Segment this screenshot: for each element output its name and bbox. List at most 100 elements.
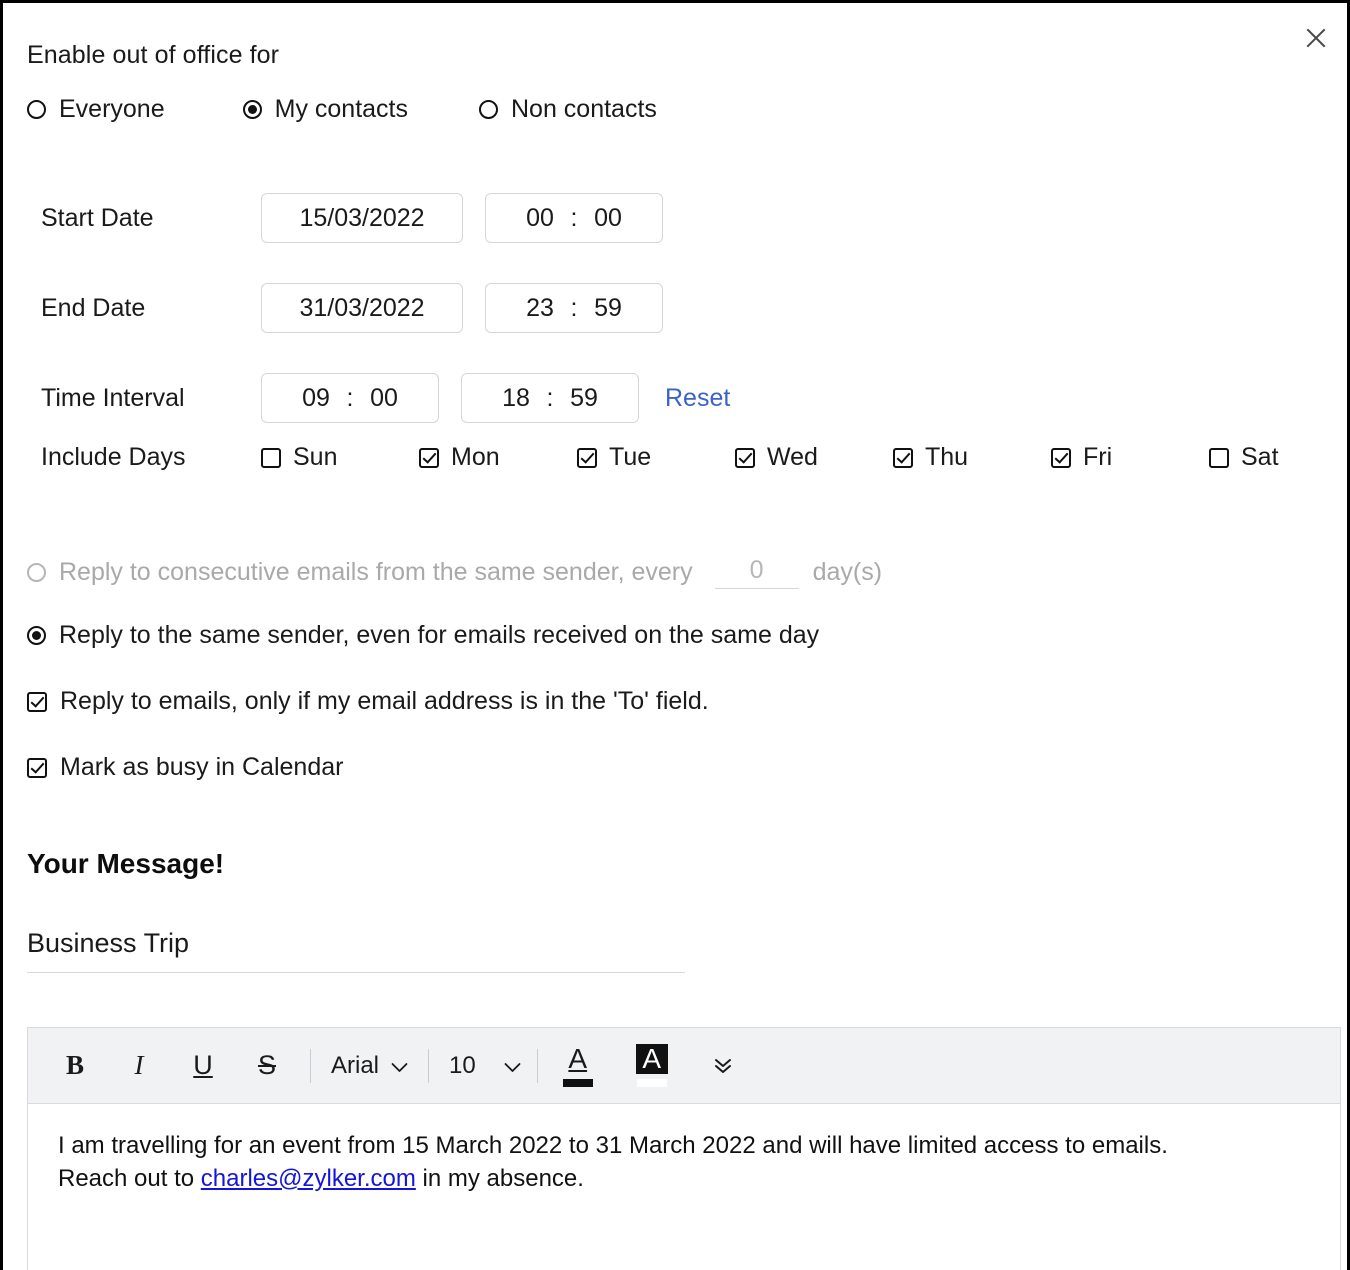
day-label-fri: Fri: [1083, 443, 1112, 472]
bold-button[interactable]: B: [50, 1041, 100, 1091]
option-same-day-label: Reply to the same sender, even for email…: [59, 621, 819, 650]
time-separator: :: [333, 384, 367, 413]
day-checkbox-tue[interactable]: Tue: [577, 443, 735, 472]
radio-non-contacts[interactable]: Non contacts: [479, 95, 657, 124]
message-body-line-1: I am travelling for an event from 15 Mar…: [58, 1130, 1310, 1163]
start-minute: 00: [591, 204, 625, 233]
end-date-label: End Date: [3, 294, 261, 323]
option-to-field-only[interactable]: Reply to emails, only if my email addres…: [27, 687, 709, 716]
option-mark-busy-label: Mark as busy in Calendar: [60, 753, 343, 782]
checkbox-icon: [735, 448, 755, 468]
font-color-swatch: [563, 1079, 593, 1087]
checkbox-icon: [27, 692, 47, 712]
message-body[interactable]: I am travelling for an event from 15 Mar…: [28, 1104, 1340, 1195]
day-checkbox-wed[interactable]: Wed: [735, 443, 893, 472]
interval-from-input[interactable]: 09 : 00: [261, 373, 439, 423]
checkbox-icon: [577, 448, 597, 468]
start-date-input[interactable]: 15/03/2022: [261, 193, 463, 243]
end-minute: 59: [591, 294, 625, 323]
highlight-color-swatch: [637, 1079, 667, 1087]
underline-button[interactable]: U: [178, 1041, 228, 1091]
highlight-glyph: A: [636, 1044, 668, 1074]
interval-to-minute: 59: [567, 384, 601, 413]
radio-my-contacts-label: My contacts: [275, 95, 408, 124]
interval-to-input[interactable]: 18 : 59: [461, 373, 639, 423]
consecutive-days-input[interactable]: 0: [715, 556, 799, 589]
out-of-office-dialog: Enable out of office for Everyone My con…: [0, 0, 1350, 1270]
font-color-button[interactable]: A: [552, 1039, 604, 1093]
page-title: Enable out of office for: [27, 41, 279, 70]
radio-everyone[interactable]: Everyone: [27, 95, 165, 124]
strikethrough-button[interactable]: S: [242, 1041, 292, 1091]
time-separator: :: [533, 384, 567, 413]
chevron-double-down-icon[interactable]: [700, 1043, 746, 1089]
interval-from-minute: 00: [367, 384, 401, 413]
checkbox-icon: [1209, 448, 1229, 468]
end-hour: 23: [523, 294, 557, 323]
include-days-checkbox-group: Sun Mon Tue Wed Thu Fri: [261, 443, 1350, 472]
radio-non-contacts-label: Non contacts: [511, 95, 657, 124]
checkbox-icon: [419, 448, 439, 468]
interval-from-hour: 09: [299, 384, 333, 413]
email-link[interactable]: charles@zylker.com: [201, 1165, 416, 1192]
end-time-input[interactable]: 23 : 59: [485, 283, 663, 333]
italic-button[interactable]: I: [114, 1041, 164, 1091]
chevron-down-icon: [504, 1052, 521, 1080]
font-size-value: 10: [449, 1052, 476, 1080]
time-interval-row: Time Interval 09 : 00 18 : 59 Reset: [3, 353, 1347, 443]
editor-toolbar: B I U S Arial 10: [28, 1028, 1340, 1104]
include-days-row: Include Days Sun Mon Tue Wed Thu: [3, 443, 1347, 472]
consecutive-days-suffix: day(s): [813, 558, 882, 587]
radio-circle-icon: [27, 100, 46, 119]
day-label-sat: Sat: [1241, 443, 1279, 472]
message-body-line-2-prefix: Reach out to: [58, 1165, 201, 1192]
reset-link[interactable]: Reset: [665, 384, 730, 413]
message-body-line-2-suffix: in my absence.: [416, 1165, 584, 1192]
subject-input[interactable]: Business Trip: [27, 928, 685, 973]
font-size-select[interactable]: 10: [443, 1041, 527, 1091]
option-same-day[interactable]: Reply to the same sender, even for email…: [27, 621, 819, 650]
radio-circle-icon: [479, 100, 498, 119]
your-message-heading: Your Message!: [27, 848, 224, 880]
toolbar-divider: [310, 1049, 311, 1083]
day-label-tue: Tue: [609, 443, 651, 472]
toolbar-divider: [537, 1049, 538, 1083]
font-family-select[interactable]: Arial: [325, 1041, 414, 1091]
start-hour: 00: [523, 204, 557, 233]
radio-circle-icon: [27, 626, 46, 645]
option-consecutive-emails-label: Reply to consecutive emails from the sam…: [59, 558, 693, 587]
day-checkbox-mon[interactable]: Mon: [419, 443, 577, 472]
message-body-line-2: Reach out to charles@zylker.com in my ab…: [58, 1163, 1310, 1196]
time-separator: :: [557, 204, 591, 233]
interval-to-hour: 18: [499, 384, 533, 413]
day-label-thu: Thu: [925, 443, 968, 472]
font-family-value: Arial: [331, 1052, 379, 1080]
day-checkbox-fri[interactable]: Fri: [1051, 443, 1209, 472]
radio-circle-icon: [27, 563, 46, 582]
schedule-fields: Start Date 15/03/2022 00 : 00 End Date 3…: [3, 173, 1347, 443]
highlight-color-button[interactable]: A: [626, 1039, 678, 1093]
day-checkbox-thu[interactable]: Thu: [893, 443, 1051, 472]
checkbox-icon: [261, 448, 281, 468]
chevron-down-icon: [391, 1052, 408, 1080]
day-label-sun: Sun: [293, 443, 337, 472]
start-date-row: Start Date 15/03/2022 00 : 00: [3, 173, 1347, 263]
option-mark-busy[interactable]: Mark as busy in Calendar: [27, 753, 343, 782]
include-days-label: Include Days: [3, 443, 261, 472]
close-icon[interactable]: [1297, 19, 1335, 57]
toolbar-divider: [428, 1049, 429, 1083]
day-checkbox-sat[interactable]: Sat: [1209, 443, 1350, 472]
option-to-field-only-label: Reply to emails, only if my email addres…: [60, 687, 709, 716]
radio-my-contacts[interactable]: My contacts: [243, 95, 408, 124]
start-date-label: Start Date: [3, 204, 261, 233]
end-date-input[interactable]: 31/03/2022: [261, 283, 463, 333]
option-consecutive-emails[interactable]: Reply to consecutive emails from the sam…: [27, 556, 882, 589]
checkbox-icon: [27, 758, 47, 778]
time-separator: :: [557, 294, 591, 323]
checkbox-icon: [893, 448, 913, 468]
day-checkbox-sun[interactable]: Sun: [261, 443, 419, 472]
audience-radio-group: Everyone My contacts Non contacts: [27, 95, 657, 124]
radio-everyone-label: Everyone: [59, 95, 165, 124]
start-time-input[interactable]: 00 : 00: [485, 193, 663, 243]
message-editor: B I U S Arial 10: [27, 1027, 1341, 1270]
